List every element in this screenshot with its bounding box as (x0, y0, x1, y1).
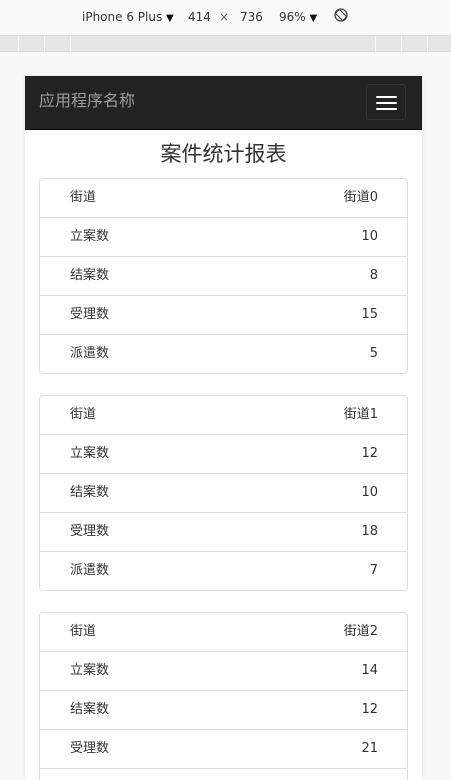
table-row: 受理数 21 (40, 729, 407, 768)
row-value: 15 (361, 307, 378, 322)
device-toolbar: iPhone 6 Plus ▼ 414 × 736 96% ▼ (0, 0, 451, 36)
device-name: iPhone 6 Plus (82, 10, 163, 24)
page-title: 案件统计报表 (160, 142, 287, 166)
table-row: 结案数 12 (40, 690, 407, 729)
caret-down-icon: ▼ (166, 13, 174, 24)
table-row: 受理数 18 (40, 512, 407, 551)
media-query-ruler (0, 36, 451, 52)
table-row: 立案数 14 (40, 651, 407, 690)
row-label: 街道 (70, 624, 97, 639)
table-row: 街道 街道2 (40, 613, 407, 651)
row-label: 派遣数 (70, 346, 110, 361)
navbar: 应用程序名称 (25, 76, 422, 130)
row-label: 立案数 (70, 663, 110, 678)
row-value: 18 (361, 524, 378, 539)
table-row: 结案数 10 (40, 473, 407, 512)
times-icon: × (219, 10, 230, 24)
row-value: 8 (369, 268, 378, 283)
table-row: 立案数 12 (40, 434, 407, 473)
row-label: 受理数 (70, 741, 110, 756)
row-value: 21 (361, 741, 378, 756)
table-row: 结案数 8 (40, 256, 407, 295)
navbar-toggle-button[interactable] (366, 84, 406, 120)
stats-panel: 街道 街道0 立案数 10 结案数 8 受理数 15 派遣数 5 (39, 178, 408, 374)
table-row: 派遣数 7 (40, 551, 407, 590)
rotate-icon[interactable] (334, 8, 348, 26)
table-row: 受理数 15 (40, 295, 407, 334)
device-viewport: 应用程序名称 案件统计报表 街道 街道0 立案数 10 结案数 8 受理数 15… (25, 76, 422, 780)
table-row (40, 768, 407, 780)
zoom-select[interactable]: 96% ▼ (279, 9, 317, 27)
row-label: 受理数 (70, 307, 110, 322)
row-value: 街道2 (343, 624, 378, 639)
menu-icon (376, 96, 397, 98)
row-label: 结案数 (70, 485, 110, 500)
row-label: 街道 (70, 407, 97, 422)
row-label: 立案数 (70, 229, 110, 244)
row-label: 立案数 (70, 446, 110, 461)
table-row: 街道 街道1 (40, 396, 407, 434)
table-row: 派遣数 5 (40, 334, 407, 373)
row-label: 受理数 (70, 524, 110, 539)
table-row: 立案数 10 (40, 217, 407, 256)
row-value: 10 (361, 229, 378, 244)
navbar-brand[interactable]: 应用程序名称 (39, 90, 135, 112)
device-select[interactable]: iPhone 6 Plus ▼ (82, 9, 174, 27)
row-value: 12 (361, 446, 378, 461)
table-row: 街道 街道0 (40, 179, 407, 217)
row-value: 7 (369, 563, 378, 578)
stats-panel: 街道 街道2 立案数 14 结案数 12 受理数 21 (39, 612, 408, 780)
row-value: 10 (361, 485, 378, 500)
caret-down-icon: ▼ (309, 13, 318, 24)
row-value: 街道0 (343, 190, 378, 205)
row-value: 12 (361, 702, 378, 717)
width-input[interactable]: 414 (188, 9, 211, 25)
row-value: 5 (369, 346, 378, 361)
row-value: 14 (361, 663, 378, 678)
row-label: 结案数 (70, 268, 110, 283)
stats-panel: 街道 街道1 立案数 12 结案数 10 受理数 18 派遣数 7 (39, 395, 408, 591)
row-label: 派遣数 (70, 563, 110, 578)
row-label: 结案数 (70, 702, 110, 717)
zoom-value: 96% (279, 10, 306, 24)
height-input[interactable]: 736 (240, 9, 263, 25)
row-value: 街道1 (343, 407, 378, 422)
row-label: 街道 (70, 190, 97, 205)
